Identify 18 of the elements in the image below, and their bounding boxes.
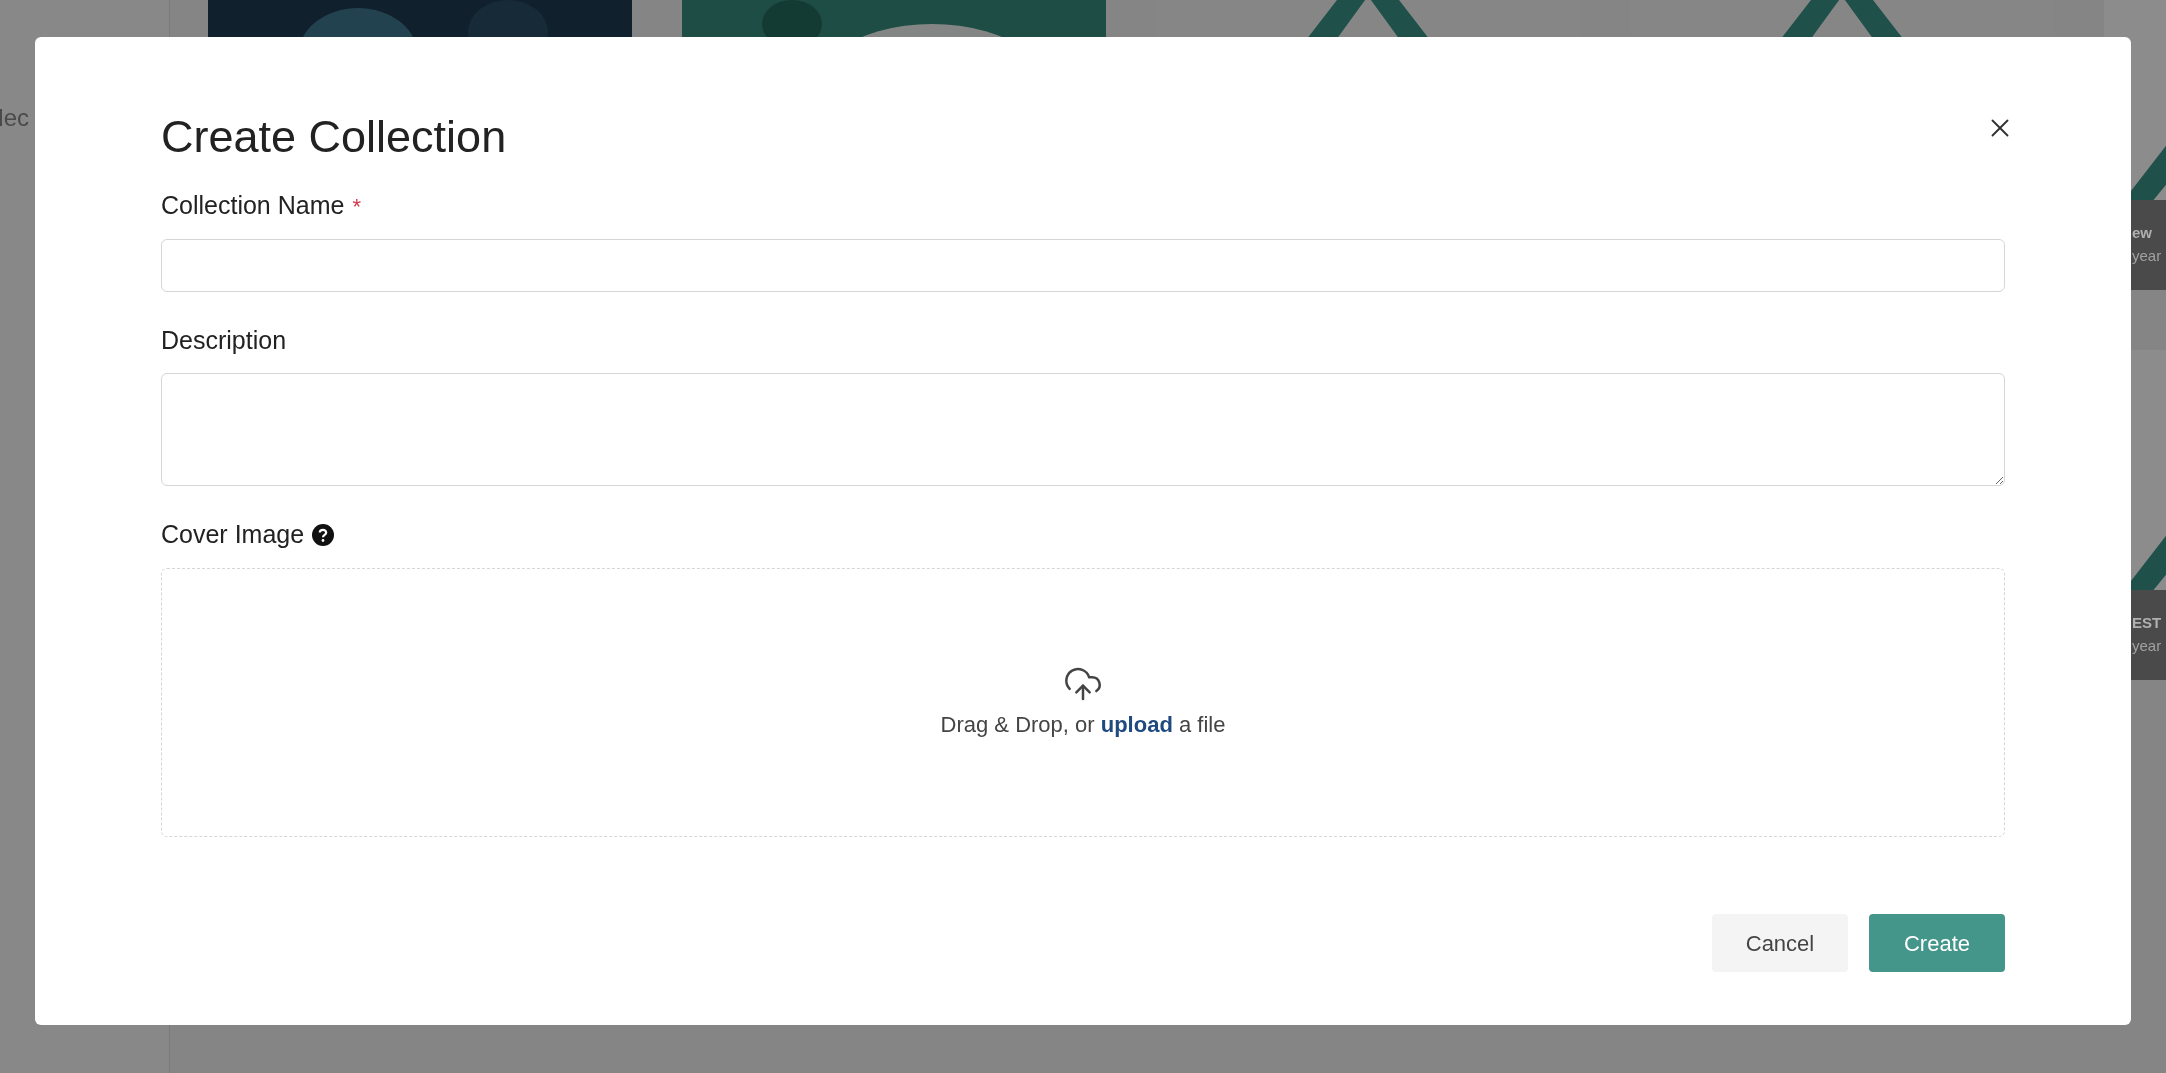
dropzone-text: Drag & Drop, or upload a file bbox=[940, 710, 1226, 739]
create-button[interactable]: Create bbox=[1869, 914, 2005, 972]
sidebar-text: lec bbox=[0, 103, 30, 133]
required-mark: * bbox=[352, 192, 361, 221]
card-subtitle: year bbox=[2132, 637, 2163, 656]
help-icon[interactable] bbox=[312, 524, 335, 546]
field-label: Collection Name bbox=[161, 190, 345, 222]
dialog-title: Create Collection bbox=[161, 110, 507, 164]
collection-name-field[interactable] bbox=[161, 238, 2005, 292]
file-dropzone[interactable]: Drag & Drop, or upload a file bbox=[161, 567, 2005, 837]
cancel-button[interactable]: Cancel bbox=[1712, 914, 1848, 972]
card-subtitle: year bbox=[2132, 247, 2163, 266]
upload-link[interactable]: upload bbox=[1100, 711, 1173, 737]
card-title: ew bbox=[2132, 224, 2153, 243]
card-title: EST bbox=[2132, 614, 2163, 633]
field-label: Cover Image bbox=[161, 519, 305, 551]
description-field[interactable] bbox=[161, 373, 2005, 487]
field-label: Description bbox=[161, 324, 287, 356]
